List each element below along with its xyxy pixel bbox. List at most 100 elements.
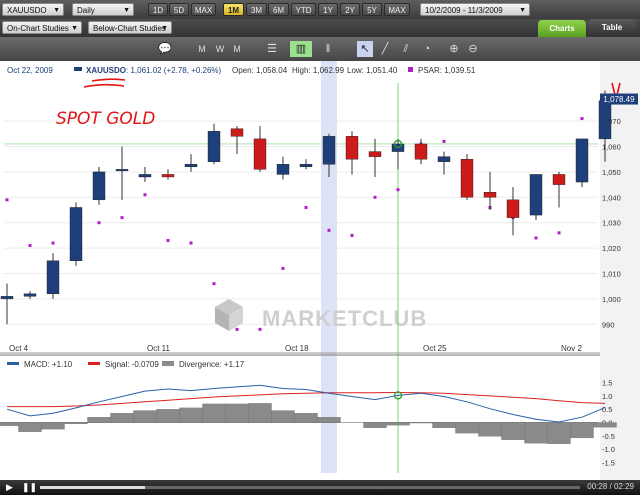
fibonacci-icon[interactable]: ☰ — [262, 41, 282, 57]
candle-body — [0, 296, 14, 300]
tab-charts[interactable]: Charts — [538, 20, 586, 37]
period-button-5d[interactable]: 5D — [169, 3, 189, 16]
divergence-bar — [363, 422, 387, 428]
candles-tool-icon[interactable]: ▥ — [290, 41, 312, 57]
psar-legend-swatch — [408, 67, 413, 72]
period-button-1y[interactable]: 1Y — [318, 3, 338, 16]
macd-tick-label: -1.5 — [602, 458, 615, 467]
psar-dot — [5, 198, 9, 202]
on-chart-studies-dropdown[interactable]: On-Chart Studies ▼ — [2, 21, 82, 34]
period-button-1d[interactable]: 1D — [148, 3, 168, 16]
divergence-bar — [593, 422, 617, 428]
divergence-bar — [179, 407, 203, 423]
price-tick-label: 1,000 — [602, 295, 621, 304]
psar-dot — [235, 327, 239, 331]
divergence-bar — [133, 410, 157, 423]
candle-body — [161, 174, 175, 178]
indicator-legend: MACD: +1.10 Signal: -0.0709 Divergence: … — [7, 360, 245, 369]
macd-tick-label: 1.0 — [602, 392, 612, 401]
quote-high: High: 1,062.99 — [292, 66, 345, 75]
candle-body — [138, 174, 152, 178]
psar-dot — [258, 327, 262, 331]
date-tick-label: Oct 4 — [9, 344, 29, 353]
quote-low: Low: 1,051.40 — [347, 66, 398, 75]
below-chart-studies-label: Below-Chart Studies — [93, 24, 166, 33]
pointer-icon[interactable]: ↖ — [357, 41, 373, 57]
period-button-3m[interactable]: 3M — [246, 3, 267, 16]
macd-tick-label: 1.5 — [602, 379, 612, 388]
macd-tick-label: 0.5 — [602, 405, 612, 414]
date-range-selector[interactable]: 10/2/2009 - 11/3/2009 ▼ — [420, 3, 530, 16]
candle-body — [437, 156, 451, 162]
trendline-icon[interactable]: ╱ — [376, 41, 394, 57]
psar-dot — [304, 205, 308, 209]
bars-tool-icon[interactable]: ‖ — [318, 41, 338, 57]
psar-dot — [212, 282, 216, 286]
interval-selector[interactable]: Daily ▼ — [72, 3, 134, 16]
candle-body — [69, 207, 83, 262]
divergence-bar — [271, 410, 295, 423]
date-tick-label: Oct 25 — [423, 344, 447, 353]
period-button-2y[interactable]: 2Y — [340, 3, 360, 16]
quote-psar: PSAR: 1,039.51 — [418, 66, 476, 75]
divergence-bar — [248, 403, 272, 423]
divergence-bar — [87, 417, 111, 423]
price-tick-label: 1,060 — [602, 143, 621, 152]
symbol-legend-swatch — [74, 67, 82, 71]
divergence-bar — [455, 422, 479, 434]
divergence-bar — [18, 422, 42, 432]
psar-dot — [557, 231, 561, 235]
candle-body — [92, 171, 106, 201]
zoom-out-icon[interactable]: ⊖ — [465, 41, 481, 57]
on-chart-studies-label: On-Chart Studies — [7, 24, 69, 33]
chevron-down-icon: ▼ — [123, 7, 130, 14]
period-button-6m[interactable]: 6M — [268, 3, 289, 16]
below-chart-studies-dropdown[interactable]: Below-Chart Studies ▼ — [88, 21, 172, 34]
symbol-selector[interactable]: XAUUSDO ▼ — [2, 3, 64, 16]
candle-body — [575, 138, 589, 183]
w-wave-icon[interactable]: W — [213, 41, 227, 57]
tab-table[interactable]: Table — [588, 19, 636, 36]
progress-fill — [40, 486, 145, 489]
macd-tick-label: -0.5 — [602, 432, 615, 441]
divergence-bar — [294, 413, 318, 423]
quote-value: : 1,061.02 (+2.78, +0.26%) — [126, 66, 222, 75]
candle-body — [253, 138, 267, 170]
period-button-1m[interactable]: 1M — [223, 3, 244, 16]
quote-open: Open: 1,058.04 — [232, 66, 288, 75]
price-tick-label: 1,020 — [602, 244, 621, 253]
chevron-down-icon: ▼ — [161, 25, 168, 32]
play-icon[interactable]: ▶ — [6, 482, 13, 493]
psar-dot — [350, 233, 354, 237]
psar-dot — [281, 266, 285, 270]
pause-icon[interactable]: ❚❚ — [22, 482, 37, 493]
candle-body — [230, 128, 244, 137]
period-button-max[interactable]: MAX — [384, 3, 410, 16]
candle-body — [368, 151, 382, 157]
psar-dot — [51, 241, 55, 245]
candle-body — [23, 293, 37, 297]
psar-dot — [189, 241, 193, 245]
channel-icon[interactable]: ⫽ — [397, 41, 415, 57]
m-wave-alt-icon[interactable]: M — [230, 41, 244, 57]
date-tick-label: Oct 11 — [147, 344, 171, 353]
psar-dot — [327, 228, 331, 232]
divergence-bar — [478, 422, 502, 437]
candle-body — [552, 174, 566, 185]
period-button-5y[interactable]: 5Y — [362, 3, 382, 16]
divergence-bar — [225, 403, 249, 423]
m-wave-icon[interactable]: M — [195, 41, 209, 57]
period-button-ytd[interactable]: YTD — [291, 3, 316, 16]
speech-bubble-icon[interactable]: 💬 — [150, 41, 180, 57]
price-tick-label: 1,040 — [602, 193, 621, 202]
zoom-in-icon[interactable]: ⊕ — [446, 41, 462, 57]
quote-symbol: XAUUSDO — [86, 66, 126, 75]
period-button-max-short[interactable]: MAX — [191, 3, 216, 16]
divergence-bar — [317, 417, 341, 423]
gauge-icon[interactable]: ◔ — [418, 41, 436, 57]
player-bar: ▶ ❚❚ 00:28 / 02:29 — [0, 480, 640, 495]
macd-legend-label: MACD: +1.10 — [24, 360, 73, 369]
psar-dot — [580, 117, 584, 121]
quote-date: Oct 22, 2009 — [7, 66, 53, 75]
watermark-text: MARKETCLUB — [262, 306, 427, 331]
